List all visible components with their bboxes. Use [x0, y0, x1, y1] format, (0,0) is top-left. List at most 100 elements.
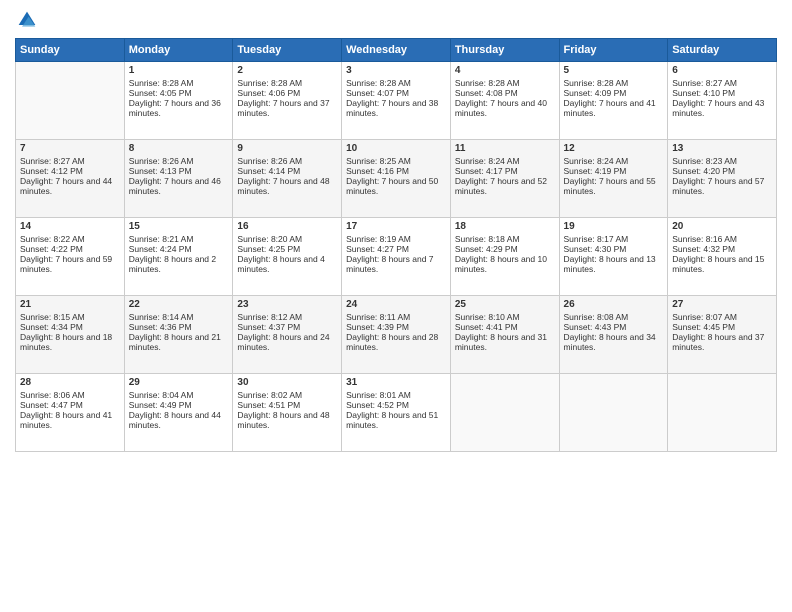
daylight-text: Daylight: 8 hours and 24 minutes. [237, 332, 337, 352]
day-cell: 9Sunrise: 8:26 AMSunset: 4:14 PMDaylight… [233, 140, 342, 218]
sunset-text: Sunset: 4:12 PM [20, 166, 120, 176]
sunrise-text: Sunrise: 8:23 AM [672, 156, 772, 166]
sunrise-text: Sunrise: 8:28 AM [346, 78, 446, 88]
col-header-friday: Friday [559, 39, 668, 62]
daylight-text: Daylight: 7 hours and 52 minutes. [455, 176, 555, 196]
day-number: 30 [237, 377, 337, 388]
sunrise-text: Sunrise: 8:22 AM [20, 234, 120, 244]
day-number: 12 [564, 143, 664, 154]
day-number: 18 [455, 221, 555, 232]
header [15, 10, 777, 30]
daylight-text: Daylight: 7 hours and 41 minutes. [564, 98, 664, 118]
sunset-text: Sunset: 4:41 PM [455, 322, 555, 332]
sunset-text: Sunset: 4:49 PM [129, 400, 229, 410]
daylight-text: Daylight: 7 hours and 57 minutes. [672, 176, 772, 196]
day-cell: 30Sunrise: 8:02 AMSunset: 4:51 PMDayligh… [233, 374, 342, 452]
sunset-text: Sunset: 4:20 PM [672, 166, 772, 176]
day-cell: 24Sunrise: 8:11 AMSunset: 4:39 PMDayligh… [342, 296, 451, 374]
sunrise-text: Sunrise: 8:27 AM [20, 156, 120, 166]
day-number: 17 [346, 221, 446, 232]
sunset-text: Sunset: 4:52 PM [346, 400, 446, 410]
day-cell: 18Sunrise: 8:18 AMSunset: 4:29 PMDayligh… [450, 218, 559, 296]
sunrise-text: Sunrise: 8:15 AM [20, 312, 120, 322]
day-cell: 6 Sunrise: 8:27 AMSunset: 4:10 PMDaylight… [668, 62, 777, 140]
daylight-text: Daylight: 7 hours and 46 minutes. [129, 176, 229, 196]
daylight-text: Daylight: 8 hours and 41 minutes. [20, 410, 120, 430]
daylight-text: Daylight: 8 hours and 13 minutes. [564, 254, 664, 274]
daylight-text: Daylight: 8 hours and 51 minutes. [346, 410, 446, 430]
sunrise-text: Sunrise: 8:25 AM [346, 156, 446, 166]
day-cell: 4Sunrise: 8:28 AMSunset: 4:08 PMDaylight… [450, 62, 559, 140]
day-number: 23 [237, 299, 337, 310]
day-cell: 17Sunrise: 8:19 AMSunset: 4:27 PMDayligh… [342, 218, 451, 296]
sunset-text: Sunset: 4:39 PM [346, 322, 446, 332]
sunrise-text: Sunrise: 8:26 AM [129, 156, 229, 166]
daylight-text: Daylight: 8 hours and 18 minutes. [20, 332, 120, 352]
sunset-text: Sunset: 4:09 PM [564, 88, 664, 98]
sunrise-text: Sunrise: 8:11 AM [346, 312, 446, 322]
daylight-text: Daylight: 8 hours and 10 minutes. [455, 254, 555, 274]
sunset-text: Sunset: 4:32 PM [672, 244, 772, 254]
day-number: 6 [672, 65, 772, 76]
daylight-text: Daylight: 7 hours and 43 minutes. [672, 98, 772, 118]
sunrise-text: Sunrise: 8:28 AM [564, 78, 664, 88]
sunset-text: Sunset: 4:51 PM [237, 400, 337, 410]
day-cell: 7Sunrise: 8:27 AMSunset: 4:12 PMDaylight… [16, 140, 125, 218]
calendar-page: SundayMondayTuesdayWednesdayThursdayFrid… [0, 0, 792, 612]
sunrise-text: Sunrise: 8:28 AM [129, 78, 229, 88]
day-cell: 19Sunrise: 8:17 AMSunset: 4:30 PMDayligh… [559, 218, 668, 296]
sunrise-text: Sunrise: 8:02 AM [237, 390, 337, 400]
day-number: 1 [129, 65, 229, 76]
day-number: 29 [129, 377, 229, 388]
day-number: 8 [129, 143, 229, 154]
sunrise-text: Sunrise: 8:01 AM [346, 390, 446, 400]
day-cell [668, 374, 777, 452]
sunset-text: Sunset: 4:05 PM [129, 88, 229, 98]
day-cell: 1Sunrise: 8:28 AMSunset: 4:05 PMDaylight… [124, 62, 233, 140]
daylight-text: Daylight: 7 hours and 55 minutes. [564, 176, 664, 196]
daylight-text: Daylight: 7 hours and 44 minutes. [20, 176, 120, 196]
sunrise-text: Sunrise: 8:20 AM [237, 234, 337, 244]
sunset-text: Sunset: 4:27 PM [346, 244, 446, 254]
day-number: 14 [20, 221, 120, 232]
sunrise-text: Sunrise: 8:12 AM [237, 312, 337, 322]
sunset-text: Sunset: 4:37 PM [237, 322, 337, 332]
day-number: 31 [346, 377, 446, 388]
col-header-saturday: Saturday [668, 39, 777, 62]
day-number: 21 [20, 299, 120, 310]
sunrise-text: Sunrise: 8:27 AM [672, 78, 772, 88]
day-cell: 21Sunrise: 8:15 AMSunset: 4:34 PMDayligh… [16, 296, 125, 374]
sunrise-text: Sunrise: 8:28 AM [237, 78, 337, 88]
daylight-text: Daylight: 8 hours and 31 minutes. [455, 332, 555, 352]
sunset-text: Sunset: 4:13 PM [129, 166, 229, 176]
sunset-text: Sunset: 4:30 PM [564, 244, 664, 254]
sunrise-text: Sunrise: 8:04 AM [129, 390, 229, 400]
week-row-5: 28Sunrise: 8:06 AMSunset: 4:47 PMDayligh… [16, 374, 777, 452]
logo [15, 10, 37, 30]
day-cell: 14Sunrise: 8:22 AMSunset: 4:22 PMDayligh… [16, 218, 125, 296]
day-number: 10 [346, 143, 446, 154]
week-row-3: 14Sunrise: 8:22 AMSunset: 4:22 PMDayligh… [16, 218, 777, 296]
day-cell: 25Sunrise: 8:10 AMSunset: 4:41 PMDayligh… [450, 296, 559, 374]
day-cell: 27Sunrise: 8:07 AMSunset: 4:45 PMDayligh… [668, 296, 777, 374]
sunrise-text: Sunrise: 8:28 AM [455, 78, 555, 88]
sunrise-text: Sunrise: 8:19 AM [346, 234, 446, 244]
week-row-4: 21Sunrise: 8:15 AMSunset: 4:34 PMDayligh… [16, 296, 777, 374]
daylight-text: Daylight: 7 hours and 37 minutes. [237, 98, 337, 118]
sunset-text: Sunset: 4:10 PM [672, 88, 772, 98]
day-cell: 28Sunrise: 8:06 AMSunset: 4:47 PMDayligh… [16, 374, 125, 452]
day-cell: 31 Sunrise: 8:01 AMSunset: 4:52 PMDayligh… [342, 374, 451, 452]
week-row-1: 1Sunrise: 8:28 AMSunset: 4:05 PMDaylight… [16, 62, 777, 140]
sunset-text: Sunset: 4:43 PM [564, 322, 664, 332]
day-number: 25 [455, 299, 555, 310]
sunset-text: Sunset: 4:19 PM [564, 166, 664, 176]
day-number: 27 [672, 299, 772, 310]
logo-icon [17, 10, 37, 30]
sunrise-text: Sunrise: 8:16 AM [672, 234, 772, 244]
day-cell: 2Sunrise: 8:28 AMSunset: 4:06 PMDaylight… [233, 62, 342, 140]
daylight-text: Daylight: 8 hours and 2 minutes. [129, 254, 229, 274]
sunrise-text: Sunrise: 8:07 AM [672, 312, 772, 322]
daylight-text: Daylight: 8 hours and 28 minutes. [346, 332, 446, 352]
col-header-sunday: Sunday [16, 39, 125, 62]
day-number: 4 [455, 65, 555, 76]
